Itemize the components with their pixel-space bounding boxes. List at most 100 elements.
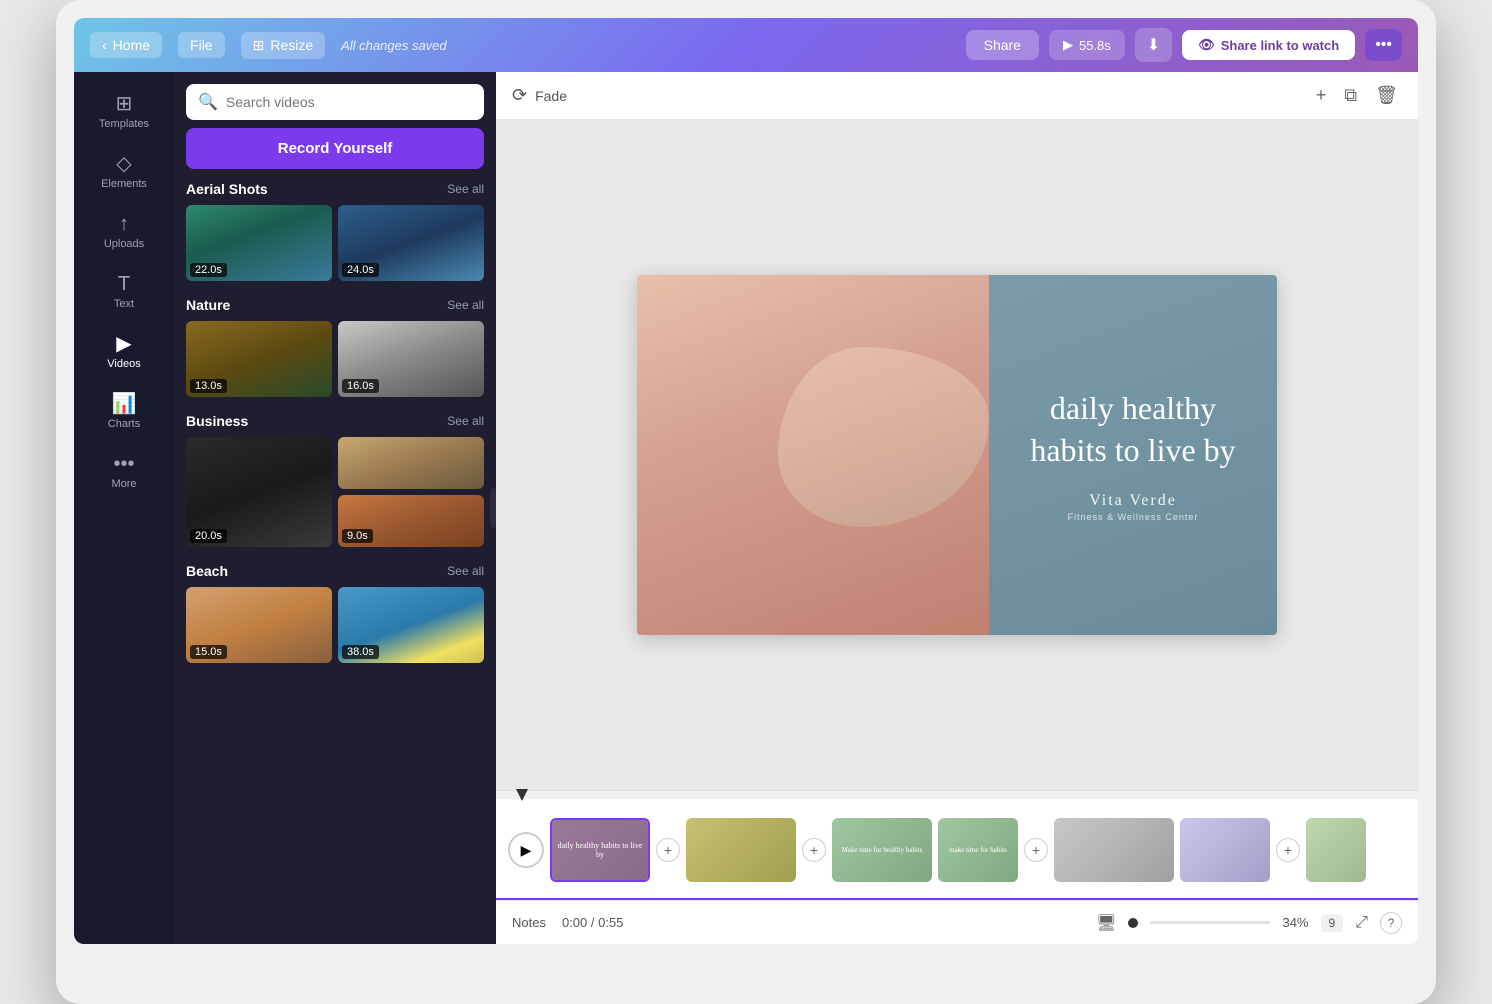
top-bar-left: ‹ Home File ⊞ Resize All changes saved [90, 32, 954, 59]
page-badge[interactable]: 9 [1321, 914, 1344, 932]
list-item[interactable]: 20.0s [186, 437, 332, 547]
share-link-button[interactable]: 👁 Share link to watch [1182, 30, 1355, 60]
business-see-all[interactable]: See all [447, 414, 484, 428]
beach-title: Beach [186, 563, 228, 579]
list-item[interactable]: 22.0s [186, 205, 332, 281]
timeline-clip-1[interactable]: daily healthy habits to live by [550, 818, 650, 882]
home-button[interactable]: ‹ Home [90, 32, 162, 58]
search-input[interactable] [226, 94, 472, 110]
sidebar-item-templates[interactable]: ⊞ Templates [80, 84, 168, 140]
timeline-clip-3[interactable]: Make time for healthy habits [832, 818, 932, 882]
file-button[interactable]: File [178, 32, 225, 58]
laptop-screen: ‹ Home File ⊞ Resize All changes saved S… [74, 18, 1418, 944]
brand-subtitle: Fitness & Wellness Center [1068, 512, 1199, 522]
video-duration: 9.0s [342, 529, 373, 543]
nature-see-all[interactable]: See all [447, 298, 484, 312]
list-item[interactable] [338, 437, 484, 489]
section-header-beach: Beach See all [186, 563, 484, 579]
more-icon: ••• [113, 454, 134, 474]
add-clip-button-4[interactable]: + [1276, 838, 1300, 862]
nature-section: Nature See all 13.0s 16.0s [174, 297, 496, 413]
chevron-left-icon: ‹ [102, 37, 107, 53]
business-section: Business See all 20.0s 9.0s [174, 413, 496, 563]
video-icon: ▶ [116, 334, 131, 354]
aerial-shots-section: Aerial Shots See all 22.0s 24.0s [174, 181, 496, 297]
list-item[interactable]: 38.0s [338, 587, 484, 663]
laptop-shell: ‹ Home File ⊞ Resize All changes saved S… [56, 0, 1436, 1004]
timeline-clip-2[interactable] [686, 818, 796, 882]
sidebar-item-more[interactable]: ••• More [80, 444, 168, 500]
aerial-see-all[interactable]: See all [447, 182, 484, 196]
share-button[interactable]: Share [966, 30, 1039, 60]
timeline-tracks: ▶ daily healthy habits to live by + + [496, 799, 1418, 901]
aerial-shots-title: Aerial Shots [186, 181, 268, 197]
resize-icon: ⊞ [253, 37, 265, 54]
slide-image-area [637, 275, 989, 635]
top-bar: ‹ Home File ⊞ Resize All changes saved S… [74, 18, 1418, 72]
list-item[interactable]: 13.0s [186, 321, 332, 397]
timeline-clip-7[interactable] [1306, 818, 1366, 882]
add-clip-button-2[interactable]: + [802, 838, 826, 862]
slide-text-area: daily healthy habits to live by Vita Ver… [989, 275, 1277, 635]
playhead [496, 791, 1418, 799]
progress-dot[interactable] [1128, 918, 1138, 928]
monitor-icon[interactable]: 🖥 [1096, 913, 1116, 933]
progress-track[interactable] [1150, 921, 1270, 924]
duplicate-slide-button[interactable]: ⧉ [1340, 81, 1361, 110]
beach-see-all[interactable]: See all [447, 564, 484, 578]
fade-indicator: ⟳ Fade [512, 85, 1300, 106]
add-clip-button-3[interactable]: + [1024, 838, 1048, 862]
download-button[interactable]: ⬇ [1135, 28, 1172, 62]
slide-preview[interactable]: daily healthy habits to live by Vita Ver… [637, 275, 1277, 635]
more-options-button[interactable]: ••• [1365, 29, 1402, 61]
nature-grid: 13.0s 16.0s [186, 321, 484, 397]
play-time-button[interactable]: ▶ 55.8s [1049, 30, 1125, 60]
beach-grid: 15.0s 38.0s [186, 587, 484, 663]
sidebar-item-text[interactable]: T Text [80, 264, 168, 320]
video-duration: 20.0s [190, 529, 227, 543]
videos-panel: 🔍 Record Yourself Aerial Shots See all [174, 72, 496, 944]
time-display: 0:00 / 0:55 [562, 915, 623, 930]
sidebar-item-uploads[interactable]: ↑ Uploads [80, 204, 168, 260]
slide-brand: Vita Verde Fitness & Wellness Center [1068, 492, 1199, 522]
record-yourself-button[interactable]: Record Yourself [186, 128, 484, 169]
timeline-clip-4[interactable]: make time for habits [938, 818, 1018, 882]
nature-title: Nature [186, 297, 230, 313]
canvas-actions: + ⧉ 🗑 [1312, 81, 1402, 110]
help-icon[interactable]: ? [1380, 912, 1402, 934]
video-duration: 24.0s [342, 263, 379, 277]
sidebar-item-elements[interactable]: ◇ Elements [80, 144, 168, 200]
collapse-panel-handle[interactable]: ‹ [490, 488, 496, 528]
section-header-aerial: Aerial Shots See all [186, 181, 484, 197]
add-icon: + [1316, 85, 1327, 105]
canvas-top-bar: ⟳ Fade + ⧉ 🗑 [496, 72, 1418, 120]
timeline-clip-6[interactable] [1180, 818, 1270, 882]
search-input-wrap[interactable]: 🔍 [186, 84, 484, 120]
timeline-clip-5[interactable] [1054, 818, 1174, 882]
timeline-play-button[interactable]: ▶ [508, 832, 544, 868]
delete-slide-button[interactable]: 🗑 [1371, 81, 1402, 110]
video-duration: 38.0s [342, 645, 379, 659]
video-duration: 13.0s [190, 379, 227, 393]
trash-icon: 🗑 [1375, 85, 1398, 105]
list-item[interactable]: 16.0s [338, 321, 484, 397]
canvas-main[interactable]: daily healthy habits to live by Vita Ver… [496, 120, 1418, 790]
resize-button[interactable]: ⊞ Resize [241, 32, 326, 59]
expand-icon[interactable]: ⤢ [1355, 914, 1368, 932]
notes-button[interactable]: Notes [512, 915, 546, 930]
sidebar-nav: ⊞ Templates ◇ Elements ↑ Uploads T Text … [74, 72, 174, 944]
video-duration: 22.0s [190, 263, 227, 277]
canvas-area: ⟳ Fade + ⧉ 🗑 [496, 72, 1418, 944]
list-item[interactable]: 15.0s [186, 587, 332, 663]
timeline-area: ▶ daily healthy habits to live by + + [496, 790, 1418, 900]
add-clip-button-1[interactable]: + [656, 838, 680, 862]
list-item[interactable]: 9.0s [338, 495, 484, 547]
uploads-icon: ↑ [119, 214, 129, 234]
sidebar-item-charts[interactable]: 📊 Charts [80, 384, 168, 440]
bottom-bar: Notes 0:00 / 0:55 🖥 34% 9 ⤢ ? [496, 900, 1418, 944]
add-slide-button[interactable]: + [1312, 81, 1331, 110]
list-item[interactable]: 24.0s [338, 205, 484, 281]
play-icon: ▶ [1063, 37, 1073, 53]
section-header-business: Business See all [186, 413, 484, 429]
sidebar-item-videos[interactable]: ▶ Videos [80, 324, 168, 380]
